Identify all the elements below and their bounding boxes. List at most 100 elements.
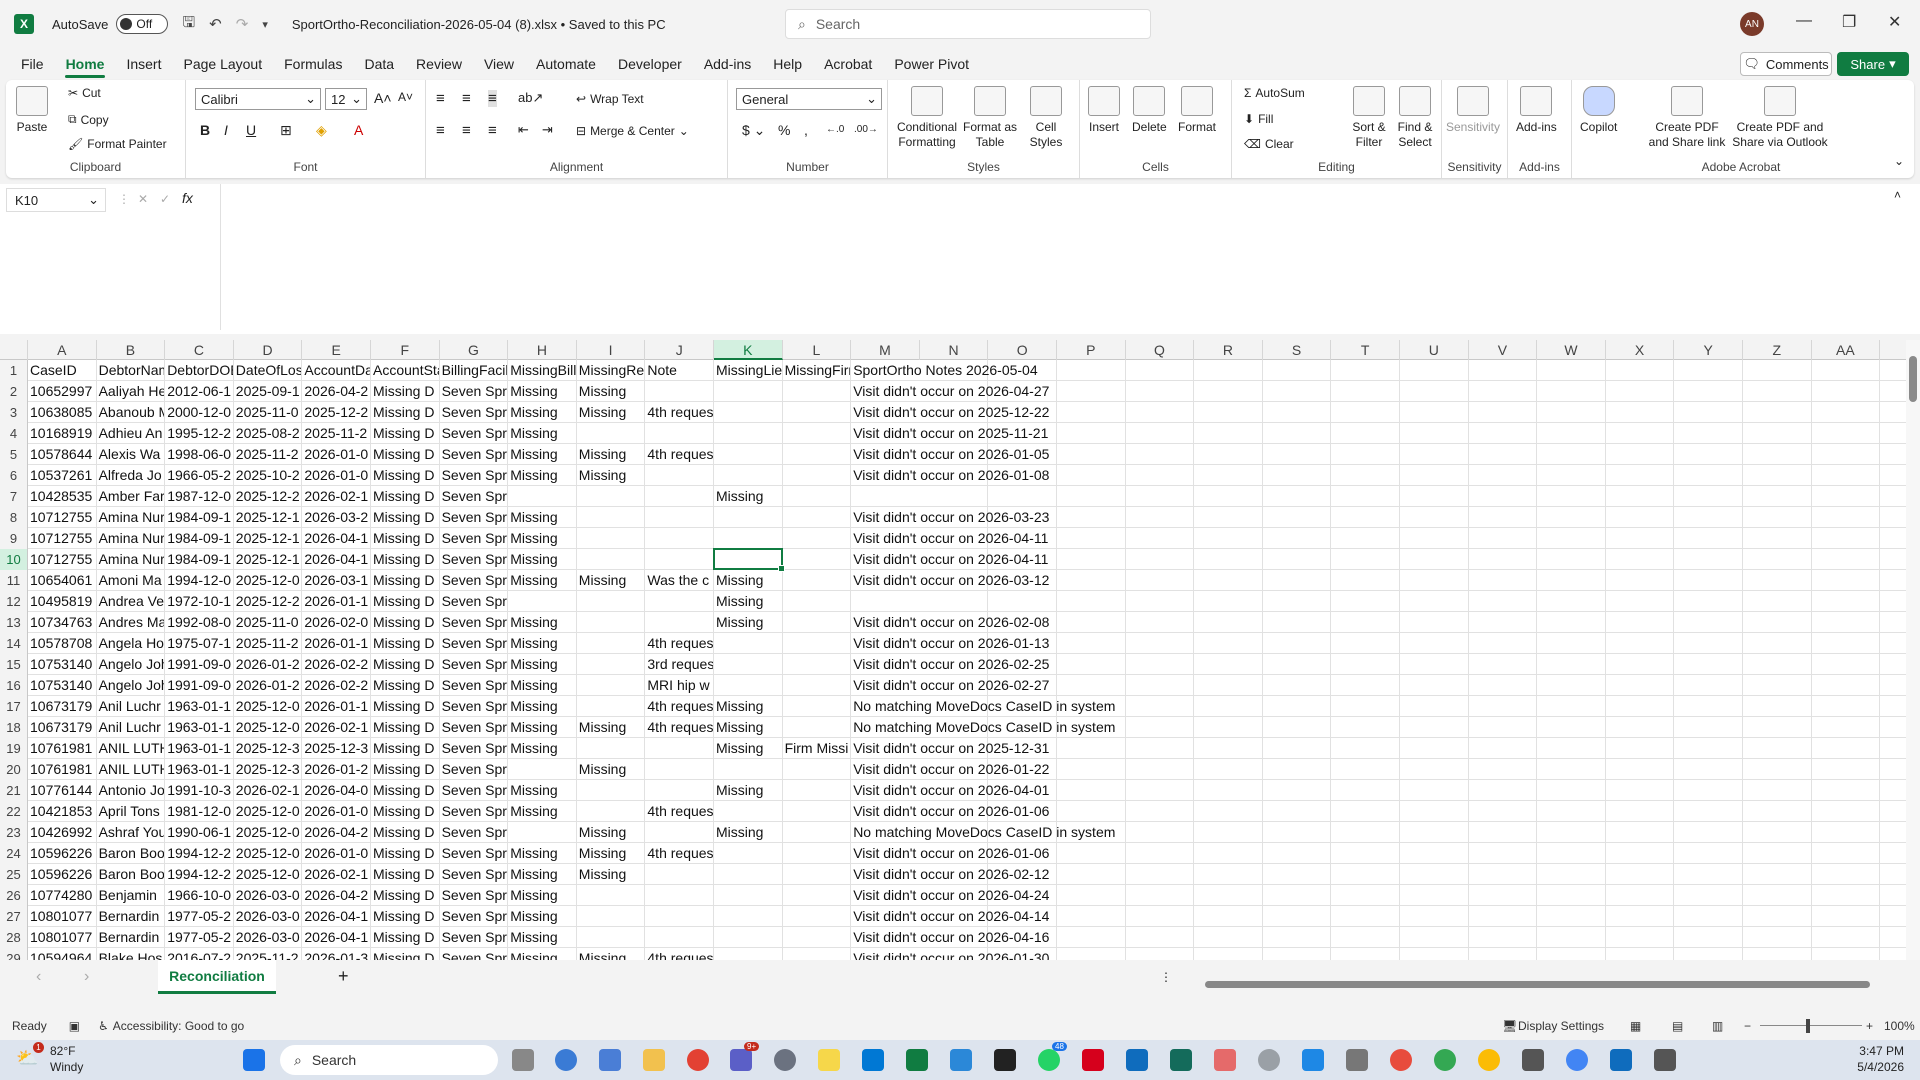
cell-f15[interactable]: Missing D [371,654,440,675]
cell-m12[interactable] [851,591,1125,612]
cell-d28[interactable]: 2026-03-0 [234,927,303,948]
cell-d15[interactable]: 2026-01-2 [234,654,303,675]
cell-g13[interactable]: Seven Spri [440,612,509,633]
cell-a16[interactable]: 10753140 [28,675,97,696]
cell-b23[interactable]: Ashraf You [97,822,166,843]
cell-u26[interactable] [1400,885,1469,906]
row-header[interactable]: 8 [0,507,28,528]
cell-i17[interactable] [577,696,646,717]
cell-u4[interactable] [1400,423,1469,444]
row-header[interactable]: 3 [0,402,28,423]
cell-j22[interactable]: 4th reques [645,801,714,822]
cell-x9[interactable] [1606,528,1675,549]
cell-v22[interactable] [1469,801,1538,822]
cell-c25[interactable]: 1994-12-2 [165,864,234,885]
cell-s23[interactable] [1263,822,1332,843]
cell-h29[interactable]: Missing [508,948,577,960]
cell-q11[interactable] [1126,570,1195,591]
cell-l19[interactable]: Firm Missi [783,738,852,759]
cell-m24[interactable]: Visit didn't occur on 2026-01-06 [851,843,1125,864]
cell-y23[interactable] [1674,822,1743,843]
cell-f25[interactable]: Missing D [371,864,440,885]
cell-d19[interactable]: 2025-12-3 [234,738,303,759]
cell-i2[interactable]: Missing [577,381,646,402]
cell-a15[interactable]: 10753140 [28,654,97,675]
cell-q19[interactable] [1126,738,1195,759]
cell-m6[interactable]: Visit didn't occur on 2026-01-08 [851,465,1125,486]
cell-r4[interactable] [1194,423,1263,444]
column-header-k[interactable]: K [714,340,783,360]
cell-w19[interactable] [1537,738,1606,759]
cell-b7[interactable]: Amber Far [97,486,166,507]
cell-z2[interactable] [1743,381,1812,402]
cell-u13[interactable] [1400,612,1469,633]
cell-a17[interactable]: 10673179 [28,696,97,717]
cell-r16[interactable] [1194,675,1263,696]
cell-t22[interactable] [1331,801,1400,822]
cell-aa25[interactable] [1812,864,1881,885]
decrease-indent-icon[interactable]: ⇤ [518,122,529,138]
cell-j7[interactable] [645,486,714,507]
cell-f24[interactable]: Missing D [371,843,440,864]
cell-a24[interactable]: 10596226 [28,843,97,864]
cell-f8[interactable]: Missing D [371,507,440,528]
cell-j13[interactable] [645,612,714,633]
cell-b29[interactable]: Blake Hos [97,948,166,960]
row-header[interactable]: 2 [0,381,28,402]
cell-q9[interactable] [1126,528,1195,549]
cell-t14[interactable] [1331,633,1400,654]
cell-x4[interactable] [1606,423,1675,444]
cell-k12[interactable]: Missing [714,591,783,612]
column-header-g[interactable]: G [440,340,509,360]
cell-h8[interactable]: Missing [508,507,577,528]
cell-c8[interactable]: 1984-09-1 [165,507,234,528]
cell-q29[interactable] [1126,948,1195,960]
cell-d24[interactable]: 2025-12-0 [234,843,303,864]
cell-f18[interactable]: Missing D [371,717,440,738]
cell-i11[interactable]: Missing [577,570,646,591]
cell-s11[interactable] [1263,570,1332,591]
cell-w26[interactable] [1537,885,1606,906]
cell-v12[interactable] [1469,591,1538,612]
cell-m14[interactable]: Visit didn't occur on 2026-01-13 [851,633,1125,654]
cell-f17[interactable]: Missing D [371,696,440,717]
cell-aa5[interactable] [1812,444,1881,465]
horizontal-scrollbar[interactable] [1195,978,1895,990]
cell-g6[interactable]: Seven Spri [440,465,509,486]
cell-c18[interactable]: 1963-01-1 [165,717,234,738]
bold-icon[interactable]: B [200,122,210,138]
row-header[interactable]: 4 [0,423,28,444]
cell-x2[interactable] [1606,381,1675,402]
cell-h5[interactable]: Missing [508,444,577,465]
cell-d5[interactable]: 2025-11-2 [234,444,303,465]
cell-v14[interactable] [1469,633,1538,654]
cell-u17[interactable] [1400,696,1469,717]
cell-z16[interactable] [1743,675,1812,696]
cell-g25[interactable]: Seven Spri [440,864,509,885]
cell-aa26[interactable] [1812,885,1881,906]
cell-aa19[interactable] [1812,738,1881,759]
cell-j14[interactable]: 4th reques [645,633,714,654]
comma-icon[interactable]: , [804,122,808,138]
cell-e17[interactable]: 2026-01-1 [302,696,371,717]
column-header-a[interactable]: A [28,340,97,360]
cell-w29[interactable] [1537,948,1606,960]
cell-z20[interactable] [1743,759,1812,780]
cell-f6[interactable]: Missing D [371,465,440,486]
cell-e26[interactable]: 2026-04-2 [302,885,371,906]
cell-s15[interactable] [1263,654,1332,675]
cell-y9[interactable] [1674,528,1743,549]
cell-v1[interactable] [1469,360,1538,381]
cell-j12[interactable] [645,591,714,612]
cell-z28[interactable] [1743,927,1812,948]
cell-r5[interactable] [1194,444,1263,465]
cell-h13[interactable]: Missing [508,612,577,633]
cell-c6[interactable]: 1966-05-2 [165,465,234,486]
cell-h14[interactable]: Missing [508,633,577,654]
cell-k27[interactable] [714,906,783,927]
format-as-table-button[interactable]: Format as Table [962,86,1018,150]
cell-g22[interactable]: Seven Spri [440,801,509,822]
row-header[interactable]: 7 [0,486,28,507]
column-header-c[interactable]: C [165,340,234,360]
cell-h9[interactable]: Missing [508,528,577,549]
